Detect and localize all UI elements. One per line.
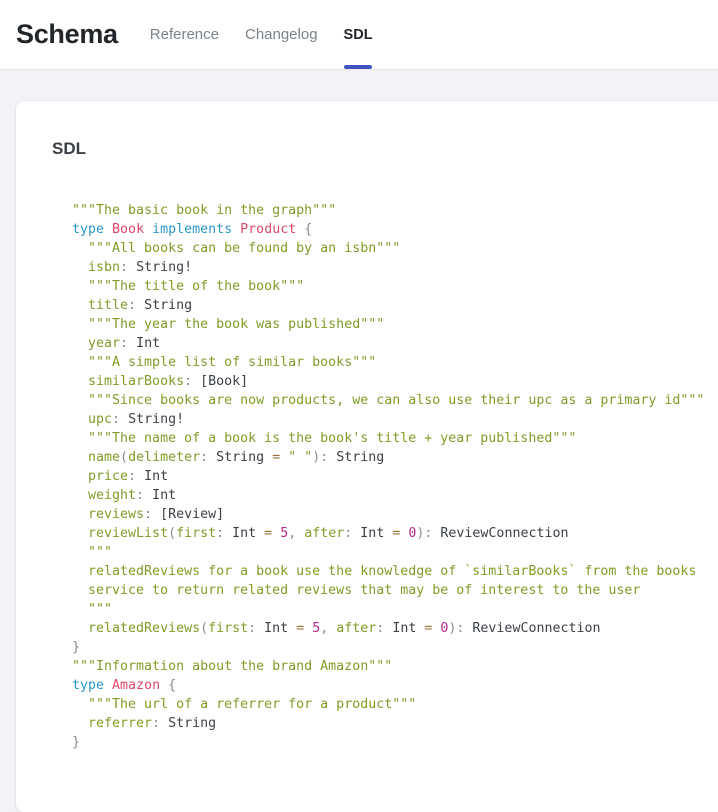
code-line: """A simple list of similar books""" xyxy=(72,353,692,372)
code-line: relatedReviews(first: Int = 5, after: In… xyxy=(72,619,692,638)
code-line: service to return related reviews that m… xyxy=(72,581,692,600)
code-line: } xyxy=(72,638,692,657)
code-line: """The name of a book is the book's titl… xyxy=(72,429,692,448)
tab-reference[interactable]: Reference xyxy=(148,0,221,69)
code-line: """The title of the book""" xyxy=(72,277,692,296)
code-line: title: String xyxy=(72,296,692,315)
code-line: price: Int xyxy=(72,467,692,486)
code-line: relatedReviews for a book use the knowle… xyxy=(72,562,692,581)
code-line: """The url of a referrer for a product""… xyxy=(72,695,692,714)
code-line: referrer: String xyxy=(72,714,692,733)
code-line: """ xyxy=(72,600,692,619)
code-line: isbn: String! xyxy=(72,258,692,277)
page-title: Schema xyxy=(16,19,118,50)
code-line: """The basic book in the graph""" xyxy=(72,201,692,220)
tab-sdl[interactable]: SDL xyxy=(342,0,375,69)
code-line: reviews: [Review] xyxy=(72,505,692,524)
code-line: type Amazon { xyxy=(72,676,692,695)
code-line: """All books can be found by an isbn""" xyxy=(72,239,692,258)
code-line: } xyxy=(72,733,692,752)
tab-changelog[interactable]: Changelog xyxy=(243,0,320,69)
sdl-card: SDL """The basic book in the graph"""typ… xyxy=(16,101,718,812)
sdl-code: """The basic book in the graph"""type Bo… xyxy=(72,201,692,752)
code-line: """The year the book was published""" xyxy=(72,315,692,334)
code-line: year: Int xyxy=(72,334,692,353)
code-line: similarBooks: [Book] xyxy=(72,372,692,391)
card-heading: SDL xyxy=(52,139,692,159)
code-line: """Information about the brand Amazon""" xyxy=(72,657,692,676)
app-header: Schema Reference Changelog SDL xyxy=(0,0,718,70)
code-line: """ xyxy=(72,543,692,562)
tabs: Reference Changelog SDL xyxy=(148,0,375,69)
code-line: upc: String! xyxy=(72,410,692,429)
code-line: type Book implements Product { xyxy=(72,220,692,239)
code-line: name(delimeter: String = " "): String xyxy=(72,448,692,467)
code-line: reviewList(first: Int = 5, after: Int = … xyxy=(72,524,692,543)
code-line: weight: Int xyxy=(72,486,692,505)
code-line: """Since books are now products, we can … xyxy=(72,391,692,410)
